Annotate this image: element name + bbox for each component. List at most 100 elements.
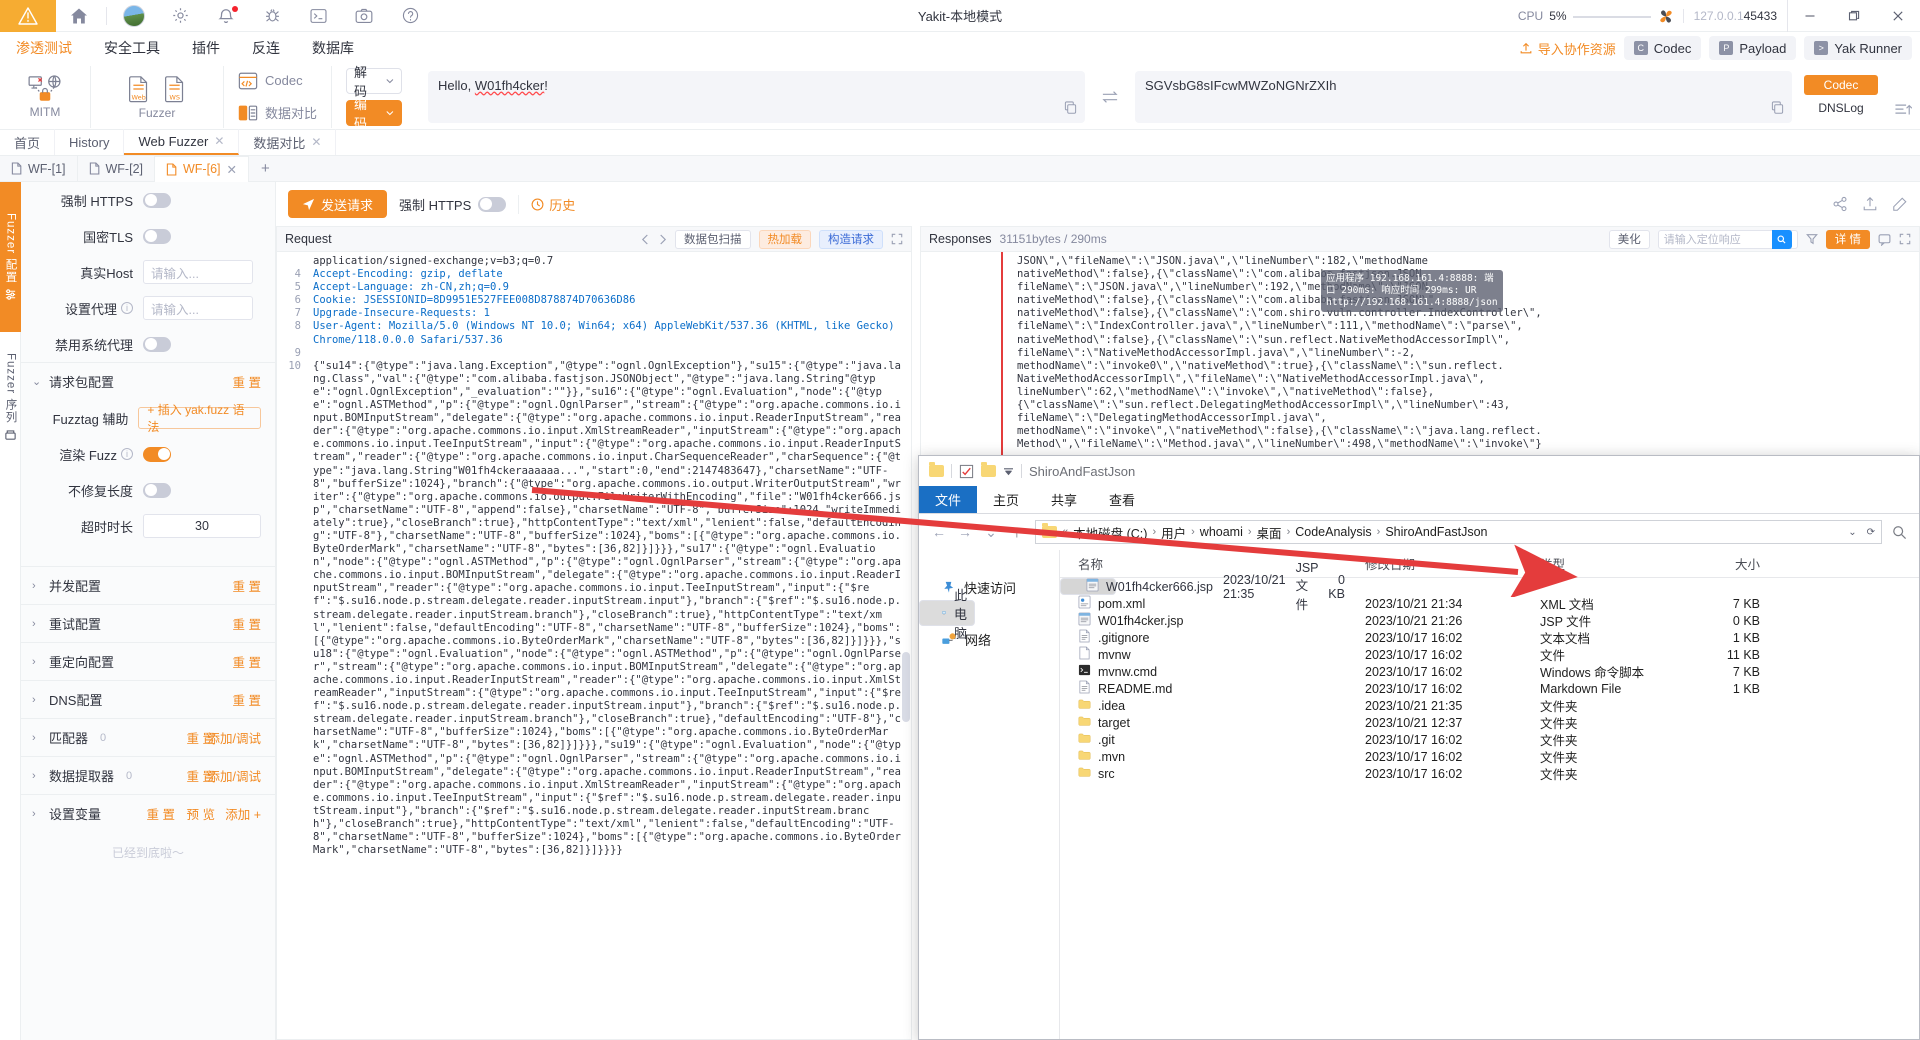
matcher-add-debug[interactable]: 添加/调试	[208, 728, 261, 747]
history-button[interactable]: 历史	[518, 194, 575, 214]
table-row[interactable]: .idea 2023/10/21 21:35 文件夹	[1060, 697, 1919, 714]
codec-tool-button[interactable]: Codec	[238, 68, 303, 94]
ribbon-tab-share[interactable]: 共享	[1035, 486, 1093, 513]
response-search-input[interactable]: 请输入定位响应	[1657, 229, 1798, 249]
copy-icon[interactable]	[1771, 100, 1784, 117]
menu-item-reverse[interactable]: 反连	[236, 38, 296, 58]
sub-tab-wf2[interactable]: WF-[2]	[78, 155, 155, 182]
chevron-down-icon[interactable]: ⌄	[1848, 527, 1856, 538]
close-icon[interactable]: ✕	[227, 162, 237, 177]
import-collab-resource-button[interactable]: 导入协作资源	[1519, 39, 1616, 58]
encode-select[interactable]: 编码	[346, 97, 403, 131]
sidebar-item-quick-access[interactable]: 快速访问	[919, 574, 1059, 600]
collapse-icon[interactable]	[1886, 66, 1920, 128]
folder-icon[interactable]	[929, 462, 944, 477]
page-tab-data-compare[interactable]: 数据对比 ✕	[239, 129, 337, 155]
properties-icon[interactable]	[959, 464, 974, 479]
breadcrumb-item-5[interactable]: ShiroAndFastJson	[1385, 525, 1487, 539]
timeout-input[interactable]: 30	[143, 514, 261, 538]
export-icon[interactable]	[1862, 196, 1878, 212]
request-scrollbar[interactable]	[902, 652, 910, 722]
section-redirect[interactable]: › 重定向配置 重 置	[21, 642, 275, 680]
packet-config-reset[interactable]: 重 置	[233, 372, 261, 391]
fuzzer-button[interactable]: Web WS Fuzzer	[105, 74, 209, 120]
yak-runner-quick-button[interactable]: > Yak Runner	[1804, 36, 1912, 60]
table-row[interactable]: mvnw 2023/10/17 16:02 文件 11 KB	[1060, 646, 1919, 663]
section-matcher[interactable]: › 匹配器 0 重 置 添加/调试	[21, 718, 275, 756]
section-retry[interactable]: › 重试配置 重 置	[21, 604, 275, 642]
packet-scan-button[interactable]: 数据包扫描	[675, 229, 751, 249]
breadcrumb-item-4[interactable]: CodeAnalysis	[1295, 525, 1371, 539]
real-host-input[interactable]: 请输入...	[143, 260, 253, 284]
force-https-toggle[interactable]	[143, 192, 171, 208]
refresh-icon[interactable]: ⟳	[1867, 527, 1875, 538]
page-tab-home[interactable]: 首页	[0, 129, 56, 155]
gear-icon[interactable]	[157, 0, 203, 32]
minimize-button[interactable]	[1788, 0, 1832, 32]
extractor-add-debug[interactable]: 添加/调试	[208, 766, 261, 785]
decode-select[interactable]: 解码	[346, 65, 403, 99]
codec-input[interactable]: Hello, W01fh4cker!	[428, 70, 1086, 123]
pinwheel-icon[interactable]	[1657, 8, 1675, 25]
proxy-input[interactable]: 请输入...	[143, 296, 253, 320]
insert-yakfuzz-button[interactable]: + 插入 yak.fuzz 语法	[138, 403, 261, 434]
table-row[interactable]: target 2023/10/21 12:37 文件夹	[1060, 714, 1919, 731]
send-request-button[interactable]: 发送请求	[288, 190, 388, 218]
file-explorer-window[interactable]: ShiroAndFastJson 文件 主页 共享 查看 ← → ⌄ ↑ « 本…	[918, 455, 1920, 1040]
request-body[interactable]: application/signed-exchange;v=b3;q=0.7 A…	[309, 252, 911, 857]
column-header-date[interactable]: 修改日期	[1365, 554, 1540, 573]
section-extractor[interactable]: › 数据提取器 0 重 置 添加/调试	[21, 756, 275, 794]
sub-tab-wf1[interactable]: WF-[1]	[0, 155, 78, 182]
close-icon[interactable]: ✕	[214, 134, 224, 148]
section-variables[interactable]: › 设置变量 重 置 预 览 添加 +	[21, 794, 275, 832]
section-packet-config[interactable]: ⌄ 请求包配置 重 置	[21, 362, 275, 400]
search-icon[interactable]	[1771, 229, 1792, 249]
camera-icon[interactable]	[341, 0, 387, 32]
breadcrumb[interactable]: « 本地磁盘 (C:) › 用户 › whoami › 桌面 › CodeAnalysi…	[1035, 520, 1882, 544]
redirect-reset[interactable]: 重 置	[233, 652, 261, 671]
swap-icon[interactable]	[1097, 89, 1123, 105]
back-button[interactable]: ←	[931, 524, 947, 540]
payload-quick-button[interactable]: P Payload	[1709, 36, 1797, 60]
breadcrumb-item-3[interactable]: 桌面	[1257, 523, 1282, 542]
tab-dnslog[interactable]: DNSLog	[1804, 98, 1878, 118]
variables-reset[interactable]: 重 置	[147, 804, 175, 823]
data-compare-button[interactable]: 数据对比	[238, 100, 317, 126]
search-icon[interactable]	[1892, 525, 1907, 540]
variables-preview[interactable]: 预 览	[187, 804, 215, 823]
edit-icon[interactable]	[1892, 196, 1908, 212]
menu-item-plugins[interactable]: 插件	[176, 38, 236, 58]
chevron-right-icon[interactable]	[658, 234, 667, 245]
forward-button[interactable]: →	[957, 524, 973, 540]
breadcrumb-item-1[interactable]: 用户	[1161, 523, 1186, 542]
column-header-name[interactable]: 名称	[1060, 554, 1365, 573]
codec-quick-button[interactable]: C Codec	[1623, 36, 1702, 60]
rail-fuzzer-sequence[interactable]: Fuzzer 序列	[0, 332, 21, 462]
help-icon[interactable]	[387, 0, 433, 32]
table-row[interactable]: pom.xml 2023/10/21 21:34 XML 文档 7 KB	[1060, 595, 1919, 612]
run-force-https-toggle[interactable]	[478, 196, 507, 212]
variables-add[interactable]: 添加 +	[225, 804, 261, 823]
page-tab-history[interactable]: History	[55, 129, 125, 155]
share-icon[interactable]	[1832, 196, 1848, 212]
column-header-type[interactable]: 类型	[1540, 554, 1690, 573]
expand-icon[interactable]	[891, 233, 903, 245]
mitm-button[interactable]: MITM	[14, 74, 76, 119]
web-fuzzer-icon[interactable]: Web	[124, 74, 154, 104]
column-header-size[interactable]: 大小	[1690, 554, 1760, 573]
table-row[interactable]: README.md 2023/10/17 16:02 Markdown File 1 …	[1060, 680, 1919, 697]
info-icon[interactable]: i	[121, 448, 133, 460]
breadcrumb-item-0[interactable]: 本地磁盘 (C:)	[1073, 523, 1147, 542]
table-row[interactable]: W01fh4cker666.jsp 2023/10/21 21:35 JSP 文件 0…	[1060, 561, 1345, 612]
warning-triangle-icon[interactable]	[0, 0, 56, 32]
hot-reload-button[interactable]: 热加载	[758, 229, 811, 249]
breadcrumb-item-2[interactable]: whoami	[1200, 525, 1243, 539]
ribbon-tab-view[interactable]: 查看	[1093, 486, 1151, 513]
dns-reset[interactable]: 重 置	[233, 690, 261, 709]
sub-tab-wf6[interactable]: WF-[6] ✕	[155, 155, 249, 182]
sidebar-item-this-pc[interactable]: 此电脑	[919, 588, 975, 641]
table-row[interactable]: .mvn 2023/10/17 16:02 文件夹	[1060, 748, 1919, 765]
ws-fuzzer-icon[interactable]: WS	[160, 74, 190, 104]
expand-icon[interactable]	[1899, 233, 1911, 245]
ribbon-tab-home[interactable]: 主页	[977, 486, 1035, 513]
